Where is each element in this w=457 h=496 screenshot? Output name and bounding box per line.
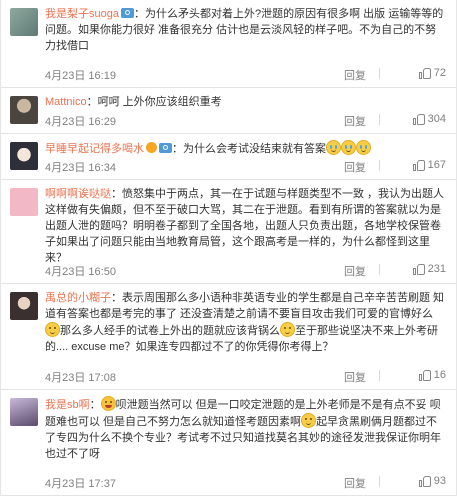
like-count: 93 [433,475,446,487]
avatar[interactable] [10,292,38,320]
username-link[interactable]: 我是梨子suoga [45,8,119,20]
username-link[interactable]: 禹总的小糊子 [45,292,111,304]
avatar[interactable] [10,8,38,36]
comment-text: ： [89,399,101,411]
like-button[interactable]: 167 [412,159,446,171]
timestamp: 4月23日 16:34 [45,162,116,174]
divider [379,476,380,487]
avatar[interactable] [10,142,38,170]
smile-emoji-icon [280,322,295,337]
divider [379,68,380,79]
thumbs-up-icon [418,475,431,487]
comment-footer: 4月23日 17:37 回复 93 [45,475,446,491]
comment-body: 禹总的小糊子：表示周围那么多小语种非英语专业的学生都是自己辛辛苦苦刷题 知道有答… [45,290,446,355]
like-count: 231 [427,263,446,275]
timestamp: 4月23日 16:29 [45,116,116,128]
comment-text: ：呵呵 上外你应该组织重考 [86,96,222,108]
timestamp: 4月23日 17:37 [45,478,116,490]
thumbs-up-icon [418,369,431,381]
reply-button[interactable]: 回复 [344,263,366,279]
reply-button[interactable]: 回复 [344,113,366,129]
avatar[interactable] [10,188,38,216]
reply-button[interactable]: 回复 [344,67,366,83]
comment-body: 啊啊啊诶哒哒：愤怒集中于两点，其一在于试题与样题类型不一致 ，我认为出题人这样做… [45,186,446,266]
divider [379,114,380,125]
comment-footer: 4月23日 16:29 回复 304 [45,113,446,129]
timestamp: 4月23日 16:19 [45,70,116,82]
thumbs-up-icon [412,113,425,125]
username-link[interactable]: 早睡早起记得多喝水 [45,143,144,155]
timestamp: 4月23日 17:08 [45,372,116,384]
comment-footer: 4月23日 16:50 回复 231 [45,263,446,279]
thumbs-up-icon [412,159,425,171]
cry-emoji-icon [356,140,371,155]
like-count: 16 [433,369,446,381]
username-link[interactable]: 我是sb啊 [45,399,90,411]
reply-button[interactable]: 回复 [344,475,366,491]
reply-button[interactable]: 回复 [344,369,366,385]
comment-item: 禹总的小糊子：表示周围那么多小语种非英语专业的学生都是自己辛辛苦苦刷题 知道有答… [1,284,456,390]
comment-body: 我是sb啊： 呗泄题当然可以 但是一口咬定泄题的是上外老师是不是有点不妥 呗题难也… [45,396,446,462]
divider [379,370,380,381]
thumbs-up-icon [418,67,431,79]
comment-footer: 4月23日 16:34 回复 167 [45,159,446,175]
cry-emoji-icon [341,140,356,155]
comment-item: 啊啊啊诶哒哒：愤怒集中于两点，其一在于试题与样题类型不一致 ，我认为出题人这样做… [1,180,456,284]
like-count: 167 [427,159,446,171]
like-button[interactable]: 16 [418,369,446,381]
divider [379,160,380,171]
comment-text: ：为什么会考试没结束就有答案 [172,143,326,155]
comment-list: 我是梨子suoga ：为什么矛头都对着上外?泄题的原因有很多啊 出版 运输等等的问… [0,0,457,496]
vip-badge-icon [146,142,157,153]
like-button[interactable]: 231 [412,263,446,275]
smile-emoji-icon [45,322,60,337]
like-button[interactable]: 72 [418,67,446,79]
thumbs-up-icon [412,263,425,275]
username-link[interactable]: 啊啊啊诶哒哒 [45,188,111,200]
camera-badge-icon [159,143,172,153]
comment-footer: 4月23日 17:08 回复 16 [45,369,446,385]
comment-item: 早睡早起记得多喝水 ：为什么会考试没结束就有答案 4月23日 16:34 回复 1… [1,134,456,180]
smile-emoji-icon [301,413,317,428]
comment-item: 我是梨子suoga ：为什么矛头都对着上外?泄题的原因有很多啊 出版 运输等等的问… [1,0,456,88]
comment-body: Mattnico：呵呵 上外你应该组织重考 [45,94,446,110]
avatar[interactable] [10,398,38,426]
reply-button[interactable]: 回复 [344,159,366,175]
comment-item: 我是sb啊： 呗泄题当然可以 但是一口咬定泄题的是上外老师是不是有点不妥 呗题难也… [1,390,456,496]
username-link[interactable]: Mattnico [45,96,87,108]
divider [379,264,380,275]
timestamp: 4月23日 16:50 [45,266,116,278]
comment-text: 那么多人经手的试卷上外出的题就应该背锅么 [60,325,280,337]
comment-body: 我是梨子suoga ：为什么矛头都对着上外?泄题的原因有很多啊 出版 运输等等的问… [45,6,446,54]
comment-footer: 4月23日 16:19 回复 72 [45,67,446,83]
like-button[interactable]: 93 [418,475,446,487]
like-count: 304 [427,113,446,125]
like-count: 72 [433,67,446,79]
avatar[interactable] [10,96,38,124]
cry-emoji-icon [326,140,341,155]
laugh-emoji-icon [100,396,116,411]
like-button[interactable]: 304 [412,113,446,125]
comment-body: 早睡早起记得多喝水 ：为什么会考试没结束就有答案 [45,140,446,157]
comment-item: Mattnico：呵呵 上外你应该组织重考 4月23日 16:29 回复 304 [1,88,456,134]
camera-badge-icon [120,8,134,18]
